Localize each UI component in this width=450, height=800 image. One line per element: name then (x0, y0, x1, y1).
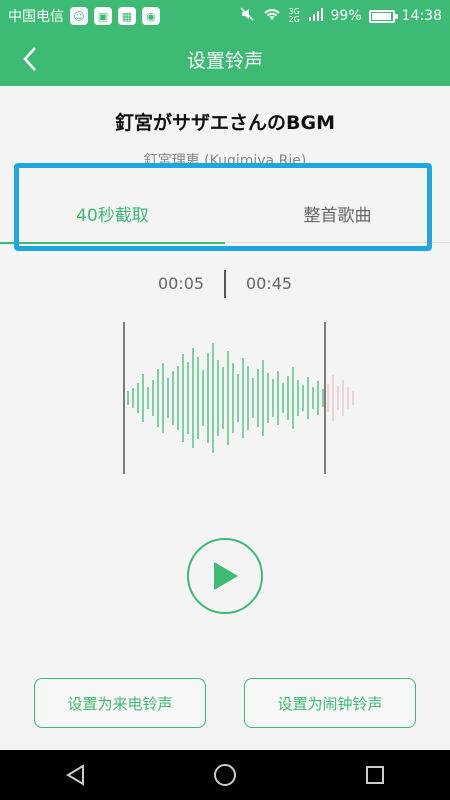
header-bar: 设置铃声 (0, 32, 450, 86)
home-circle-icon[interactable] (205, 755, 245, 795)
song-artist: 釘宮理恵 (Kugimiya Rie) (143, 153, 307, 169)
clip-end-time: 00:45 (245, 274, 293, 293)
back-triangle-icon[interactable] (55, 755, 95, 795)
network-label: 3G 2G (288, 7, 300, 24)
carrier-name: 中国电信 (8, 9, 64, 25)
tab-40s-clip[interactable]: 40秒截取 (0, 180, 225, 246)
status-bar: 中国电信 ☺ ▣ ▦ ◉ 3G 2G 99% 14:38 (0, 0, 450, 32)
clip-start-time: 00:05 (157, 274, 205, 293)
status-left: 中国电信 ☺ ▣ ▦ ◉ (8, 6, 160, 26)
tab-divider (225, 242, 450, 243)
active-tab-indicator (0, 242, 225, 244)
map-pin-icon: ◉ (142, 7, 160, 25)
set-alarm-ringtone-button[interactable]: 设置为闹钟铃声 (244, 678, 416, 728)
play-button[interactable] (187, 538, 263, 614)
system-navigation-bar (0, 750, 450, 800)
waveform[interactable] (120, 318, 360, 478)
notification-app-icon: ▣ (94, 7, 112, 25)
signal-icon (308, 7, 324, 25)
page-title: 设置铃声 (186, 49, 263, 72)
battery-icon (368, 9, 398, 23)
tab-full-song[interactable]: 整首歌曲 (225, 180, 450, 246)
play-icon (214, 562, 238, 590)
battery-percent: 99% (330, 8, 362, 24)
tab-bar: 40秒截取 整首歌曲 (0, 180, 450, 246)
time-divider (224, 270, 226, 298)
song-title: 釘宮がサザエさんのBGM (115, 112, 335, 134)
clock: 14:38 (401, 8, 442, 24)
notification-app-icon: ☺ (70, 7, 88, 25)
back-arrow-icon (23, 47, 36, 71)
back-button[interactable] (12, 40, 48, 78)
wifi-icon (262, 6, 282, 26)
status-right: 3G 2G 99% 14:38 (239, 6, 442, 26)
mute-icon (239, 6, 255, 26)
notification-app-icon: ▦ (118, 7, 136, 25)
recents-square-icon[interactable] (355, 755, 395, 795)
clip-time-range: 00:05 00:45 (0, 270, 450, 300)
set-call-ringtone-button[interactable]: 设置为来电铃声 (34, 678, 206, 728)
